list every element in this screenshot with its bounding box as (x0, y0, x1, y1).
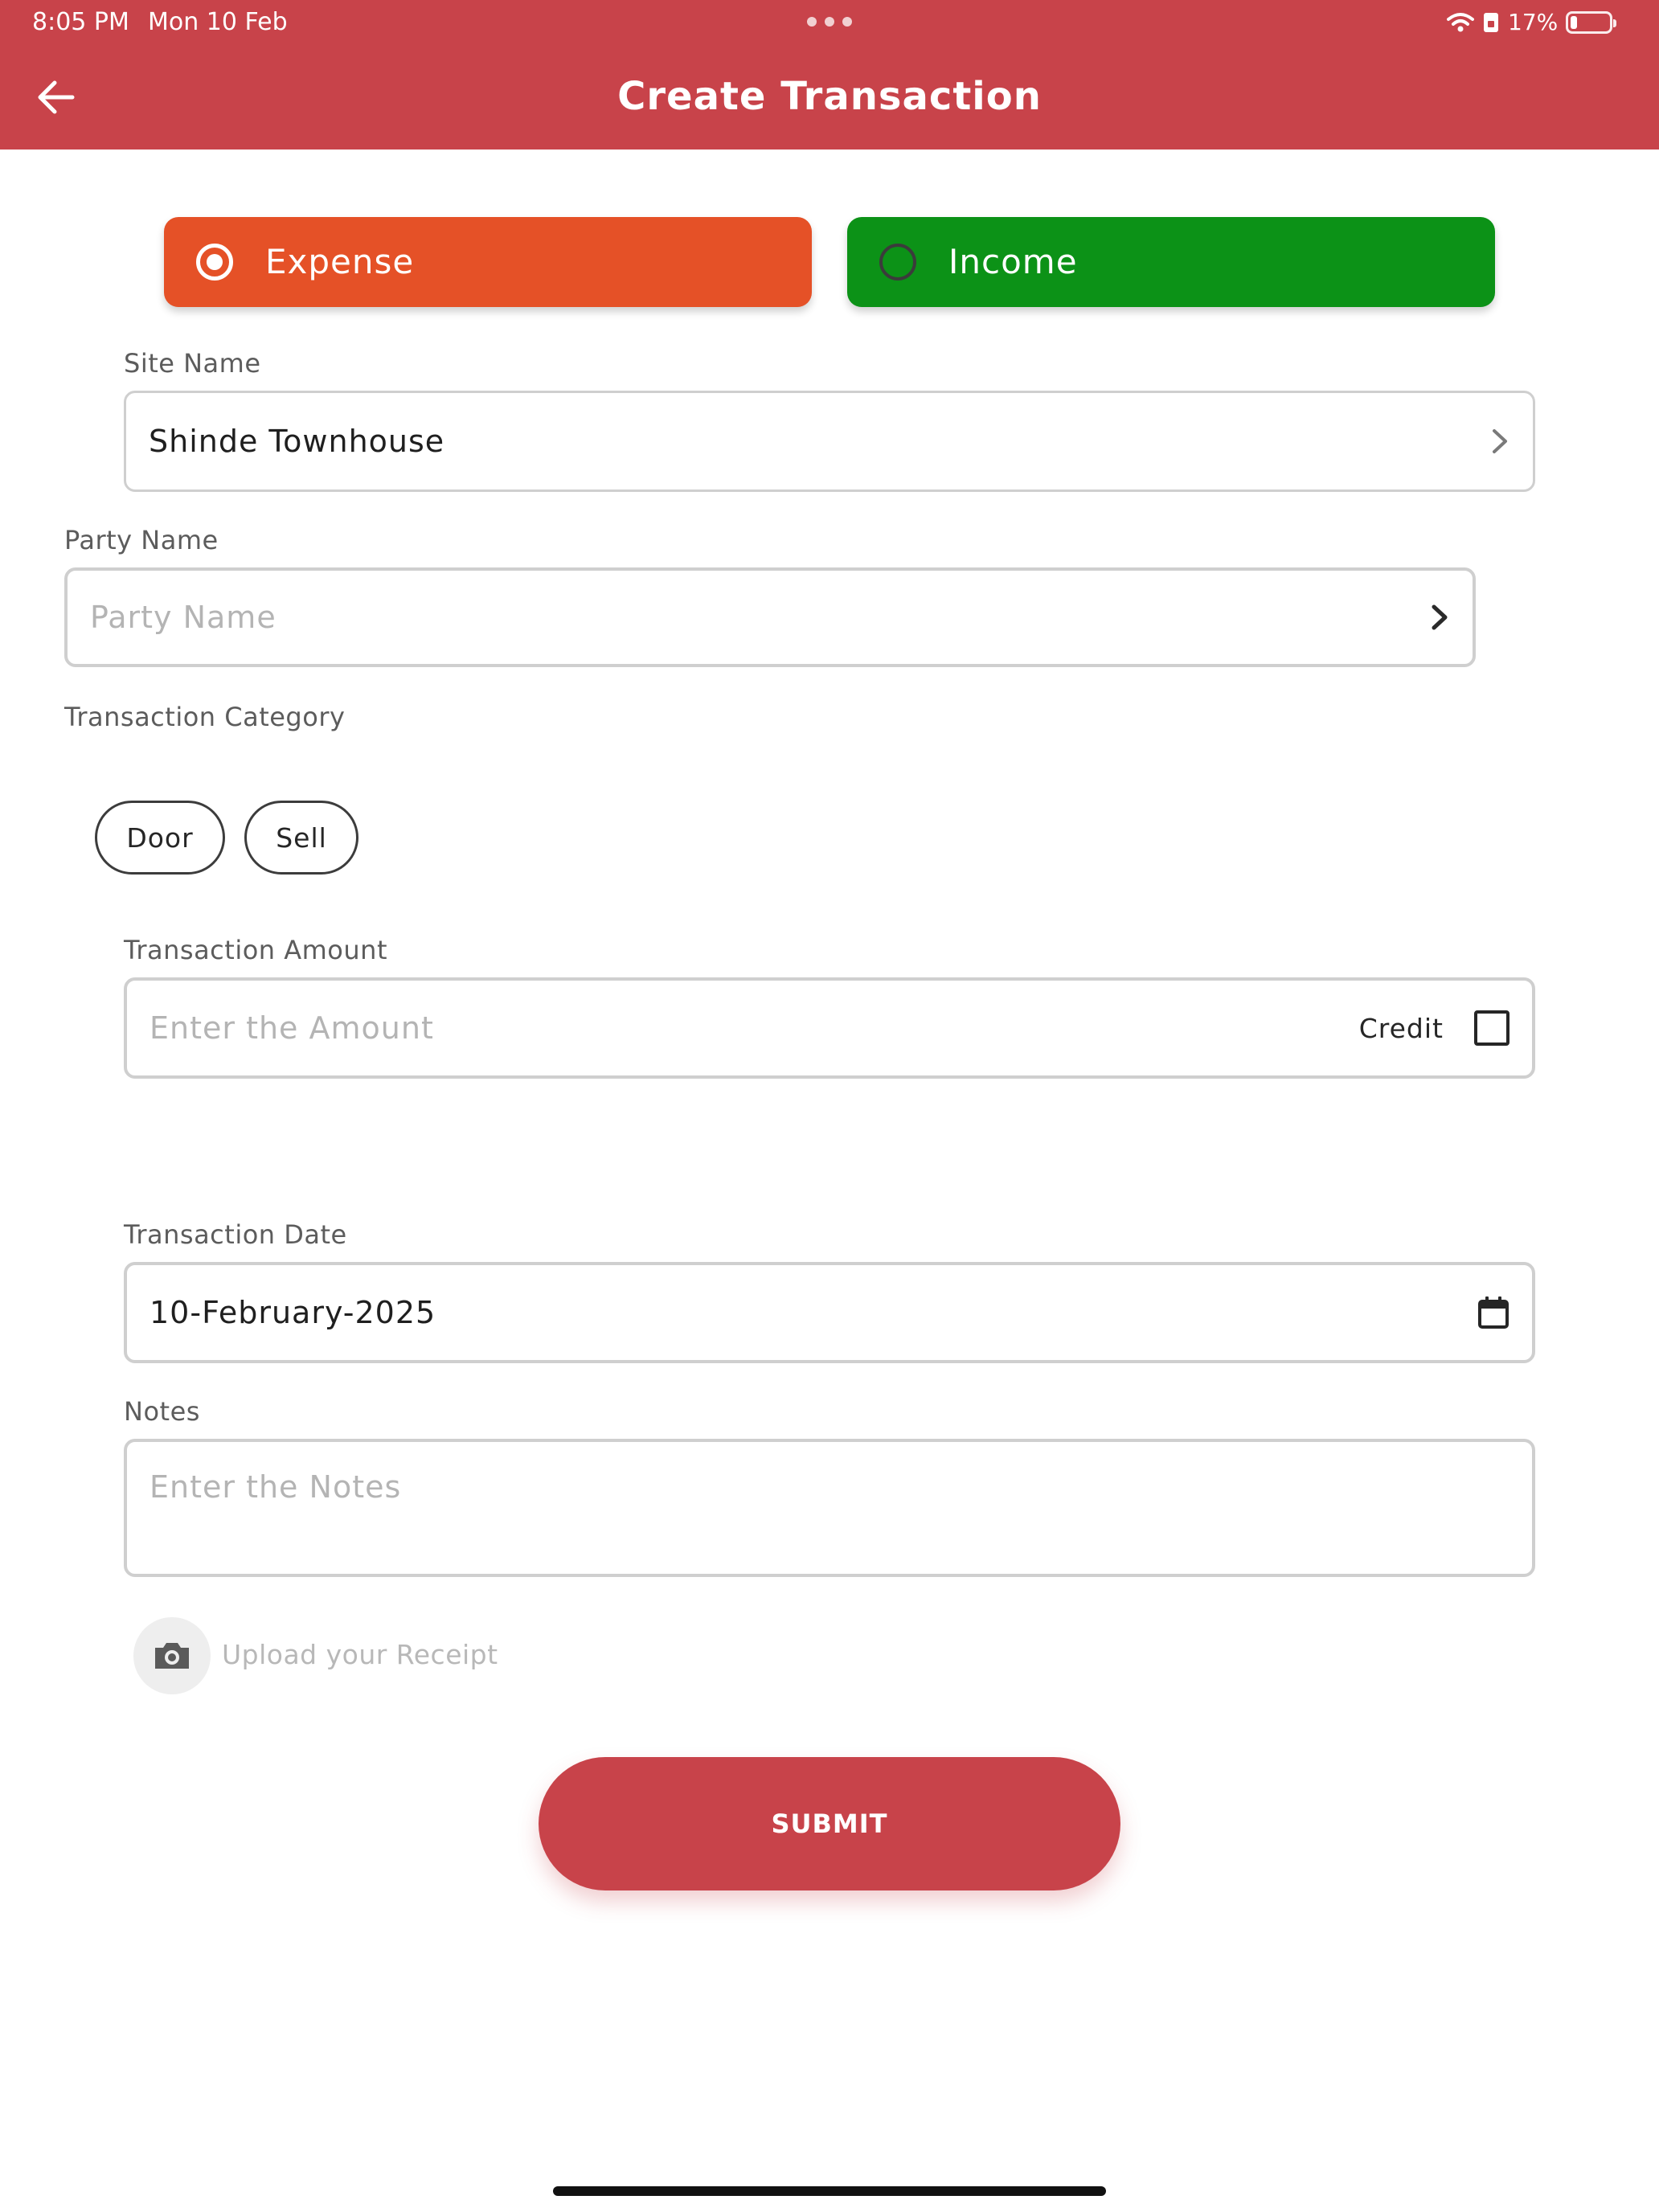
status-indicators: 17% (1447, 5, 1640, 40)
amount-input[interactable] (150, 1010, 1359, 1046)
amount-field[interactable]: Credit (124, 977, 1535, 1079)
category-chip-sell[interactable]: Sell (244, 801, 358, 875)
radio-unselected-icon[interactable] (879, 244, 916, 281)
party-name-label: Party Name (64, 525, 219, 555)
camera-icon (155, 1643, 189, 1669)
lock-rotation-icon (1484, 13, 1498, 32)
transaction-category-label: Transaction Category (64, 702, 346, 732)
income-type-button[interactable]: Income (847, 217, 1495, 307)
transaction-amount-label: Transaction Amount (124, 935, 387, 965)
transaction-date-label: Transaction Date (124, 1219, 347, 1250)
expense-label: Expense (265, 242, 415, 281)
site-name-label: Site Name (124, 348, 261, 379)
credit-checkbox[interactable] (1474, 1010, 1509, 1046)
battery-percent: 17% (1508, 9, 1559, 35)
radio-selected-icon[interactable] (196, 244, 233, 281)
notes-field[interactable] (124, 1439, 1535, 1577)
upload-receipt-label[interactable]: Upload your Receipt (222, 1636, 498, 1673)
submit-button[interactable]: SUBMIT (539, 1757, 1120, 1890)
party-name-placeholder: Party Name (90, 600, 276, 635)
chevron-right-icon (1493, 429, 1507, 453)
home-indicator[interactable] (553, 2186, 1106, 2196)
credit-label: Credit (1358, 1012, 1444, 1044)
upload-receipt-button[interactable] (133, 1617, 211, 1694)
notes-input[interactable] (150, 1469, 1509, 1550)
wifi-icon (1447, 13, 1474, 32)
category-chip-door[interactable]: Door (95, 801, 225, 875)
calendar-icon[interactable] (1477, 1296, 1509, 1329)
status-date: Mon 10 Feb (148, 8, 288, 36)
page-title: Create Transaction (617, 74, 1042, 119)
date-picker-field[interactable]: 10-February-2025 (124, 1262, 1535, 1363)
site-name-value: Shinde Townhouse (149, 424, 445, 459)
status-time: 8:05 PM (32, 8, 129, 36)
date-value: 10-February-2025 (150, 1295, 436, 1330)
chevron-right-icon (1432, 604, 1448, 630)
site-name-selector[interactable]: Shinde Townhouse (124, 391, 1535, 492)
battery-icon (1566, 11, 1617, 34)
income-label: Income (948, 242, 1078, 281)
party-name-selector[interactable]: Party Name (64, 567, 1476, 667)
expense-type-button[interactable]: Expense (164, 217, 812, 307)
multitask-dots-icon[interactable] (807, 16, 852, 27)
notes-label: Notes (124, 1396, 200, 1427)
